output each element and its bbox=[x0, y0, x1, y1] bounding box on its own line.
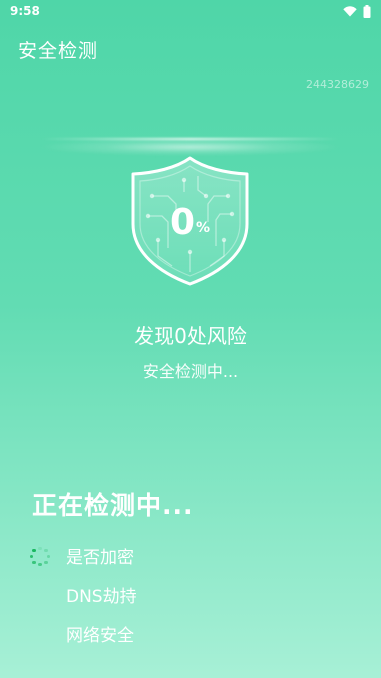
check-item-network: 网络安全 bbox=[28, 614, 328, 653]
battery-icon bbox=[363, 4, 371, 18]
status-icons bbox=[343, 4, 371, 18]
check-item-dns: DNS劫持 bbox=[28, 575, 328, 614]
item-indicator bbox=[28, 584, 66, 606]
scan-glow-line bbox=[40, 138, 340, 156]
check-item-label: 网络安全 bbox=[66, 626, 134, 646]
detecting-title: 正在检测中... bbox=[32, 491, 194, 520]
wifi-icon bbox=[343, 5, 357, 17]
risk-count-text: 发现0处风险 bbox=[134, 324, 247, 348]
item-indicator bbox=[28, 623, 66, 645]
check-item-label: 是否加密 bbox=[66, 548, 134, 568]
status-bar: 9:58 bbox=[0, 0, 381, 22]
item-indicator bbox=[28, 545, 66, 567]
scan-progress: 0% bbox=[128, 202, 252, 243]
scan-status-text: 安全检测中... bbox=[142, 362, 239, 381]
status-time: 9:58 bbox=[10, 4, 40, 18]
loading-spinner-icon bbox=[30, 546, 50, 567]
check-item-encryption: 是否加密 bbox=[28, 536, 328, 575]
progress-value: 0 bbox=[169, 202, 196, 243]
security-shield: 0% bbox=[128, 156, 252, 286]
check-list: 是否加密 DNS劫持 网络安全 bbox=[28, 536, 328, 653]
page-title: 安全检测 bbox=[18, 40, 99, 62]
progress-unit: % bbox=[196, 220, 211, 236]
device-id: 244328629 bbox=[306, 78, 369, 91]
check-item-label: DNS劫持 bbox=[66, 587, 137, 607]
